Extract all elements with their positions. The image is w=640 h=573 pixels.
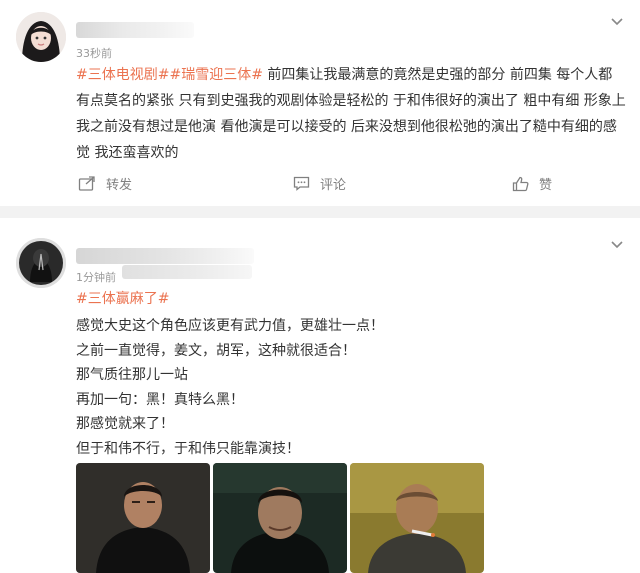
post-time: 33秒前 bbox=[76, 47, 112, 60]
comment-button[interactable]: 评论 bbox=[293, 174, 346, 193]
like-label: 赞 bbox=[539, 178, 553, 193]
post-line: 那感觉就来了！ bbox=[76, 416, 174, 432]
user-avatar[interactable] bbox=[16, 238, 66, 288]
post-line: 再加一句：黑！真特么黑！ bbox=[76, 391, 244, 408]
thumbs-up-icon bbox=[512, 176, 529, 192]
repost-label: 转发 bbox=[106, 178, 133, 193]
photo-thumbnail[interactable] bbox=[213, 463, 347, 573]
hashtag-link[interactable]: #瑞雪迎三体# bbox=[169, 67, 262, 83]
post-separator bbox=[0, 206, 640, 218]
username-blurred[interactable] bbox=[76, 22, 194, 38]
comment-icon bbox=[293, 176, 310, 191]
comment-label: 评论 bbox=[320, 178, 347, 193]
hashtag-link[interactable]: #三体赢麻了# bbox=[76, 291, 169, 307]
post-source-blurred bbox=[122, 265, 252, 279]
post-time: 1分钟前 bbox=[76, 271, 116, 284]
post-text: #三体电视剧##瑞雪迎三体# 前四集让我最满意的竟然是史强的部分 前四集 每个人… bbox=[76, 62, 626, 166]
weibo-post-2: 1分钟前 #三体赢麻了# 感觉大史这个角色应该更有武力值，更雄壮一点！ 之前一直… bbox=[0, 218, 640, 573]
hashtag-link[interactable]: #三体电视剧# bbox=[76, 67, 169, 83]
weibo-post-1: 33秒前 #三体电视剧##瑞雪迎三体# 前四集让我最满意的竟然是史强的部分 前四… bbox=[0, 0, 640, 206]
post-tag-line: #三体赢麻了# bbox=[76, 288, 169, 310]
repost-icon bbox=[78, 175, 96, 192]
user-avatar[interactable] bbox=[16, 12, 66, 62]
photo-thumbnail[interactable] bbox=[350, 463, 484, 573]
post-line: 感觉大史这个角色应该更有武力值，更雄壮一点！ bbox=[76, 318, 384, 334]
post-line: 但于和伟不行，于和伟只能靠演技！ bbox=[76, 440, 300, 457]
repost-button[interactable]: 转发 bbox=[78, 174, 132, 193]
chevron-down-icon[interactable] bbox=[610, 235, 624, 249]
post-text: 感觉大史这个角色应该更有武力值，更雄壮一点！ 之前一直觉得，姜文，胡军，这种就很… bbox=[76, 314, 626, 461]
post-actions-bar: 转发 评论 赞 bbox=[0, 168, 640, 198]
like-button[interactable]: 赞 bbox=[512, 174, 552, 193]
chevron-down-icon[interactable] bbox=[610, 12, 624, 26]
post-line: 那气质往那儿一站 bbox=[76, 367, 188, 383]
post-line: 之前一直觉得，姜文，胡军，这种就很适合！ bbox=[76, 342, 356, 359]
photo-thumbnail[interactable] bbox=[76, 463, 210, 573]
username-blurred[interactable] bbox=[76, 248, 254, 264]
